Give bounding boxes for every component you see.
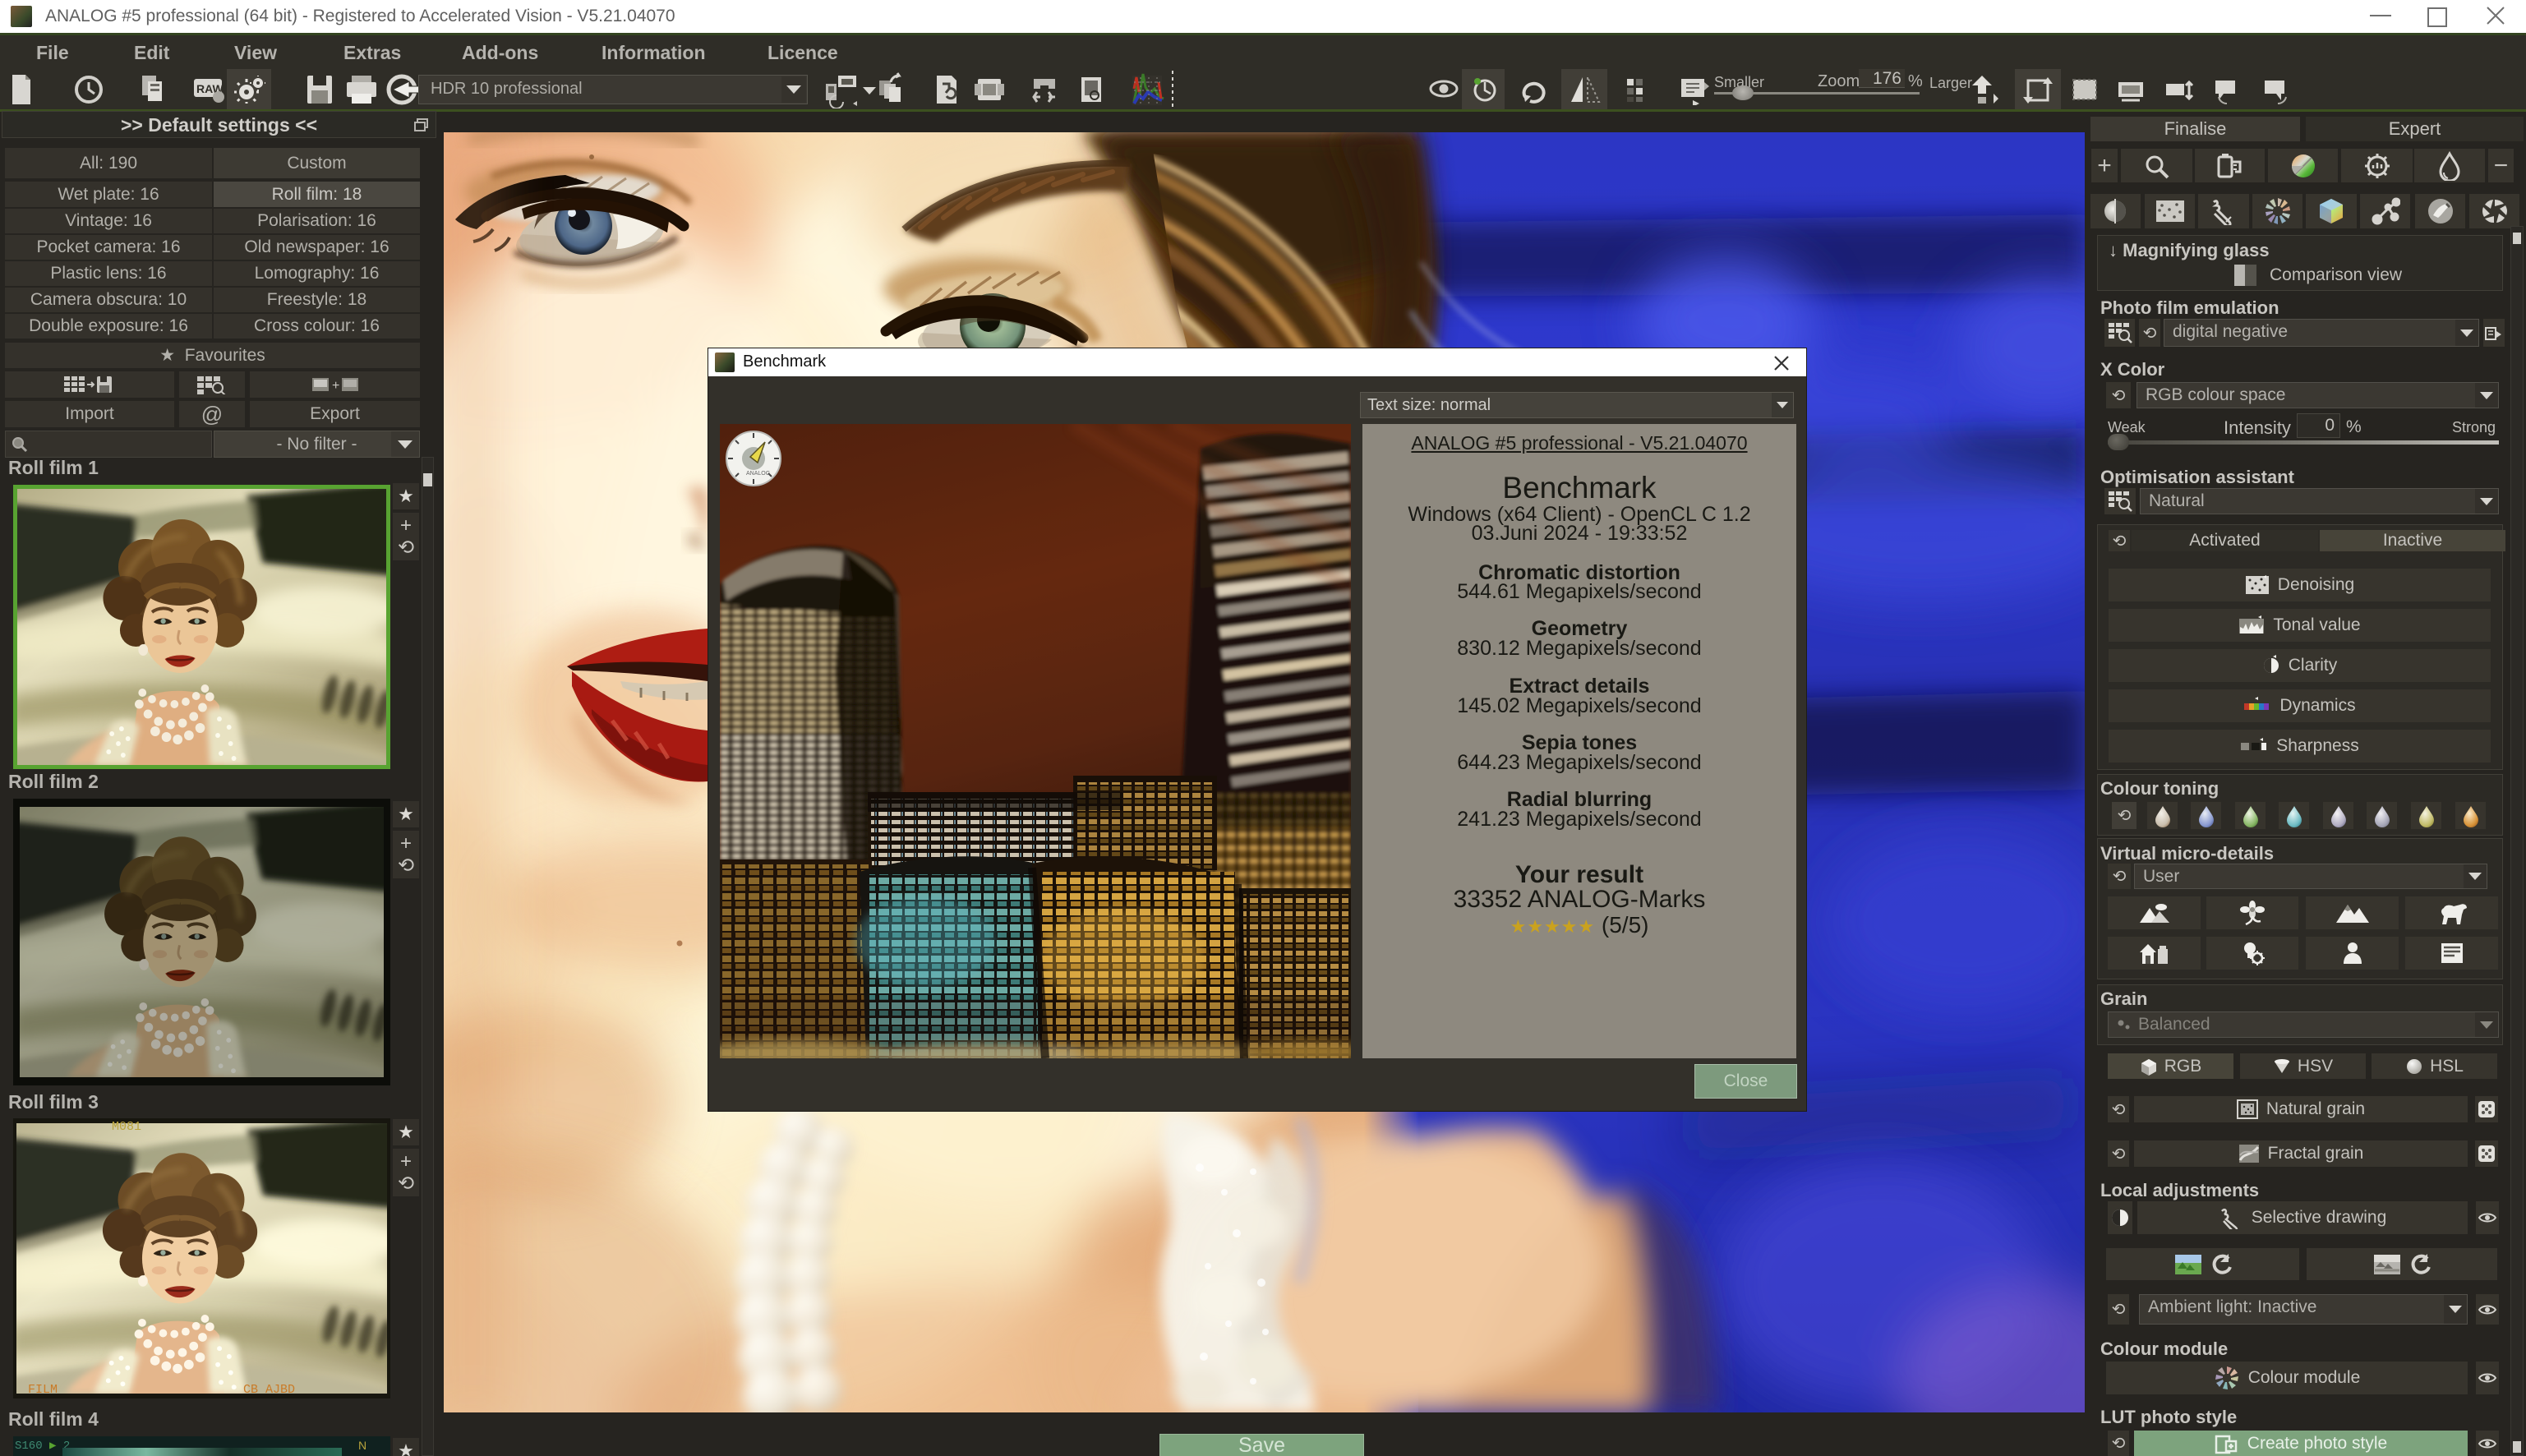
svg-text:ANALOG: ANALOG [746, 471, 770, 477]
svg-text:+: + [332, 379, 339, 393]
